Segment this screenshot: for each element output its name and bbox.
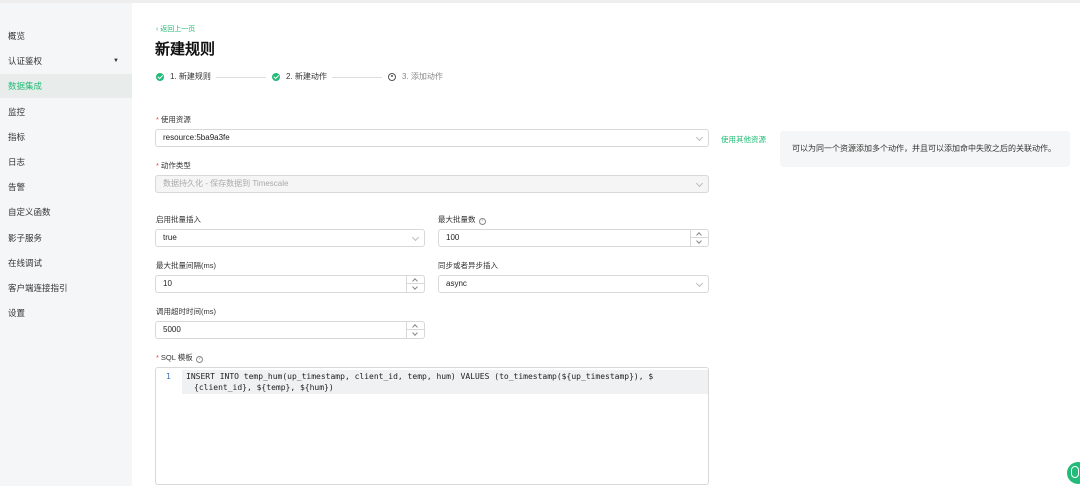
- chevron-down-icon: [411, 233, 420, 242]
- help-circle-icon[interactable]: ?: [195, 356, 203, 363]
- action-type-label: * 动作类型: [156, 161, 191, 170]
- chevron-left-icon: ‹: [156, 26, 159, 33]
- code-line: {client_id}, ${temp}, ${hum}): [194, 383, 334, 392]
- sidebar-item-custom-functions[interactable]: 自定义函数: [0, 200, 132, 224]
- line-number: 1: [166, 372, 171, 381]
- decrement-icon[interactable]: [691, 238, 708, 246]
- increment-icon[interactable]: [691, 230, 708, 238]
- help-circle-icon[interactable]: ?: [478, 218, 486, 225]
- step-3: 3. 添加动作: [388, 71, 443, 82]
- sql-template-label: * SQL 模板?: [156, 352, 203, 363]
- number-stepper: [406, 276, 424, 292]
- max-batch-interval-input[interactable]: 10: [155, 275, 425, 293]
- assistant-icon: [1071, 466, 1079, 478]
- code-line: INSERT INTO temp_hum(up_timestamp, clien…: [186, 372, 654, 381]
- max-batch-input[interactable]: 100: [438, 229, 709, 247]
- sidebar-item-auth[interactable]: 认证鉴权 ▼: [0, 49, 132, 73]
- sidebar-item-monitor[interactable]: 监控: [0, 100, 132, 124]
- dot-circle-icon: [388, 72, 396, 81]
- decrement-icon[interactable]: [407, 330, 424, 338]
- page-title: 新建规则: [155, 41, 216, 58]
- check-circle-icon: [156, 72, 164, 81]
- resource-select[interactable]: resource:5ba9a3fe: [155, 129, 709, 147]
- decrement-icon[interactable]: [407, 284, 424, 292]
- chevron-down-icon: [695, 179, 704, 188]
- step-1: 1. 新建规则: [156, 71, 211, 82]
- batch-insert-select[interactable]: true: [155, 229, 425, 247]
- step-connector: [216, 77, 266, 78]
- increment-icon[interactable]: [407, 276, 424, 284]
- action-type-select[interactable]: 数据持久化 - 保存数据到 Timescale: [155, 175, 709, 193]
- sync-mode-label: 同步或者异步插入: [438, 261, 498, 270]
- sync-mode-select[interactable]: async: [438, 275, 709, 293]
- sidebar-item-metrics[interactable]: 指标: [0, 125, 132, 149]
- timeout-label: 调用超时时间(ms): [156, 307, 216, 316]
- use-other-resource-link[interactable]: 使用其他资源: [721, 134, 766, 145]
- sidebar: 概览 认证鉴权 ▼ 数据集成 监控 指标 日志 告警 自定义函数 影子服务 在线调…: [0, 3, 132, 486]
- step-connector: [332, 77, 382, 78]
- resource-label: * 使用资源: [156, 115, 191, 124]
- sidebar-item-shadow-service[interactable]: 影子服务: [0, 226, 132, 250]
- required-marker: *: [156, 115, 159, 124]
- caret-down-icon: ▼: [113, 58, 119, 64]
- chevron-down-icon: [695, 279, 704, 288]
- required-marker: *: [156, 161, 159, 170]
- back-link[interactable]: ‹ 返回上一页: [156, 24, 195, 34]
- max-batch-label: 最大批量数?: [438, 214, 486, 225]
- increment-icon[interactable]: [407, 322, 424, 330]
- chevron-down-icon: [695, 133, 704, 142]
- step-2: 2. 新建动作: [272, 71, 327, 82]
- sidebar-item-data-integration[interactable]: 数据集成: [0, 74, 132, 98]
- sql-editor[interactable]: 1 INSERT INTO temp_hum(up_timestamp, cli…: [155, 367, 709, 485]
- max-batch-interval-label: 最大批量间隔(ms): [156, 261, 216, 270]
- sidebar-item-overview[interactable]: 概览: [0, 24, 132, 48]
- timeout-input[interactable]: 5000: [155, 321, 425, 339]
- sidebar-item-online-debug[interactable]: 在线调试: [0, 251, 132, 275]
- number-stepper: [690, 230, 708, 246]
- sidebar-item-alarms[interactable]: 告警: [0, 175, 132, 199]
- required-marker: *: [156, 353, 159, 362]
- sidebar-item-client-guide[interactable]: 客户端连接指引: [0, 276, 132, 300]
- sidebar-item-settings[interactable]: 设置: [0, 301, 132, 325]
- batch-insert-label: 启用批量插入: [156, 215, 201, 224]
- tip-box: 可以为同一个资源添加多个动作，并且可以添加命中失败之后的关联动作。: [780, 131, 1070, 167]
- number-stepper: [406, 322, 424, 338]
- main-content: ‹ 返回上一页 新建规则 1. 新建规则 2. 新建动作 3. 添加动作 * 使用…: [132, 3, 1080, 486]
- sidebar-item-logs[interactable]: 日志: [0, 150, 132, 174]
- check-circle-icon: [272, 72, 280, 81]
